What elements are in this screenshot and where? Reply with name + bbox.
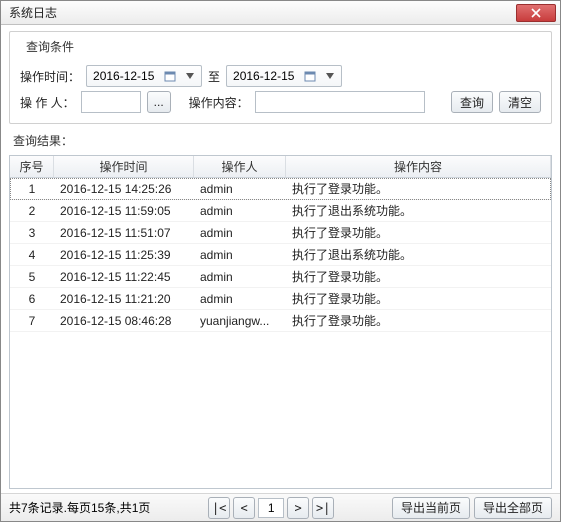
- prev-page-button[interactable]: <: [233, 497, 255, 519]
- col-time[interactable]: 操作时间: [54, 156, 194, 177]
- row-operator: 操 作 人： ... 操作内容： 查询 清空: [20, 91, 541, 113]
- cell-idx: 2: [10, 204, 54, 218]
- table-row[interactable]: 62016-12-15 11:21:20admin执行了登录功能。: [10, 288, 551, 310]
- table-header: 序号 操作时间 操作人 操作内容: [10, 156, 551, 178]
- window: 系统日志 查询条件 操作时间： 2016-12-15 至 2016-12-15: [0, 0, 561, 522]
- date-to-value: 2016-12-15: [233, 69, 297, 83]
- page-number[interactable]: 1: [258, 498, 284, 518]
- table-row[interactable]: 32016-12-15 11:51:07admin执行了登录功能。: [10, 222, 551, 244]
- table-row[interactable]: 42016-12-15 11:25:39admin执行了退出系统功能。: [10, 244, 551, 266]
- chevron-down-icon[interactable]: [183, 69, 197, 83]
- table-row[interactable]: 22016-12-15 11:59:05admin执行了退出系统功能。: [10, 200, 551, 222]
- date-from-value: 2016-12-15: [93, 69, 157, 83]
- footer-right: 导出当前页 导出全部页: [392, 497, 552, 519]
- to-label: 至: [208, 68, 220, 85]
- cell-time: 2016-12-15 11:22:45: [54, 270, 194, 284]
- first-page-button[interactable]: |<: [208, 497, 230, 519]
- cell-content: 执行了登录功能。: [286, 290, 551, 307]
- cell-time: 2016-12-15 11:25:39: [54, 248, 194, 262]
- cell-idx: 4: [10, 248, 54, 262]
- next-page-button[interactable]: >: [287, 497, 309, 519]
- cell-content: 执行了退出系统功能。: [286, 202, 551, 219]
- cell-content: 执行了登录功能。: [286, 312, 551, 329]
- clear-button[interactable]: 清空: [499, 91, 541, 113]
- titlebar: 系统日志: [1, 1, 560, 25]
- row-time: 操作时间： 2016-12-15 至 2016-12-15: [20, 65, 541, 87]
- col-user[interactable]: 操作人: [194, 156, 286, 177]
- cell-user: admin: [194, 226, 286, 240]
- time-label: 操作时间：: [20, 68, 80, 85]
- last-page-button[interactable]: >|: [312, 497, 334, 519]
- cell-idx: 3: [10, 226, 54, 240]
- window-title: 系统日志: [9, 4, 516, 21]
- cell-idx: 1: [10, 182, 54, 196]
- cell-content: 执行了登录功能。: [286, 224, 551, 241]
- content: 查询条件 操作时间： 2016-12-15 至 2016-12-15 操 作 人…: [1, 25, 560, 493]
- calendar-icon[interactable]: [303, 69, 317, 83]
- cell-user: admin: [194, 292, 286, 306]
- operator-label: 操 作 人：: [20, 94, 75, 111]
- cell-content: 执行了退出系统功能。: [286, 246, 551, 263]
- table-row[interactable]: 12016-12-15 14:25:26admin执行了登录功能。: [10, 178, 551, 200]
- cell-user: admin: [194, 270, 286, 284]
- result-label: 查询结果：: [9, 130, 552, 149]
- cell-idx: 7: [10, 314, 54, 328]
- content-label: 操作内容：: [189, 94, 249, 111]
- pager: |< < 1 > >|: [156, 497, 386, 519]
- cell-content: 执行了登录功能。: [286, 268, 551, 285]
- chevron-down-icon[interactable]: [323, 69, 337, 83]
- query-panel: 查询条件 操作时间： 2016-12-15 至 2016-12-15 操 作 人…: [9, 31, 552, 124]
- table-row[interactable]: 72016-12-15 08:46:28yuanjiangw...执行了登录功能…: [10, 310, 551, 332]
- result-table: 序号 操作时间 操作人 操作内容 12016-12-15 14:25:26adm…: [9, 155, 552, 489]
- table-body[interactable]: 12016-12-15 14:25:26admin执行了登录功能。22016-1…: [10, 178, 551, 488]
- operator-picker-button[interactable]: ...: [147, 91, 171, 113]
- operator-input[interactable]: [81, 91, 141, 113]
- calendar-icon[interactable]: [163, 69, 177, 83]
- footer: 共7条记录.每页15条,共1页 |< < 1 > >| 导出当前页 导出全部页: [1, 493, 560, 521]
- cell-time: 2016-12-15 11:59:05: [54, 204, 194, 218]
- search-button[interactable]: 查询: [451, 91, 493, 113]
- cell-user: admin: [194, 248, 286, 262]
- cell-user: admin: [194, 182, 286, 196]
- date-to-input[interactable]: 2016-12-15: [226, 65, 342, 87]
- cell-idx: 5: [10, 270, 54, 284]
- cell-time: 2016-12-15 11:21:20: [54, 292, 194, 306]
- close-icon[interactable]: [516, 4, 556, 22]
- cell-time: 2016-12-15 11:51:07: [54, 226, 194, 240]
- export-page-button[interactable]: 导出当前页: [392, 497, 470, 519]
- content-input[interactable]: [255, 91, 425, 113]
- cell-content: 执行了登录功能。: [286, 180, 551, 197]
- query-legend: 查询条件: [22, 38, 78, 55]
- cell-user: yuanjiangw...: [194, 314, 286, 328]
- table-row[interactable]: 52016-12-15 11:22:45admin执行了登录功能。: [10, 266, 551, 288]
- cell-idx: 6: [10, 292, 54, 306]
- cell-user: admin: [194, 204, 286, 218]
- date-from-input[interactable]: 2016-12-15: [86, 65, 202, 87]
- cell-time: 2016-12-15 08:46:28: [54, 314, 194, 328]
- cell-time: 2016-12-15 14:25:26: [54, 182, 194, 196]
- summary-text: 共7条记录.每页15条,共1页: [9, 499, 150, 516]
- export-all-button[interactable]: 导出全部页: [474, 497, 552, 519]
- col-idx[interactable]: 序号: [10, 156, 54, 177]
- col-content[interactable]: 操作内容: [286, 156, 551, 177]
